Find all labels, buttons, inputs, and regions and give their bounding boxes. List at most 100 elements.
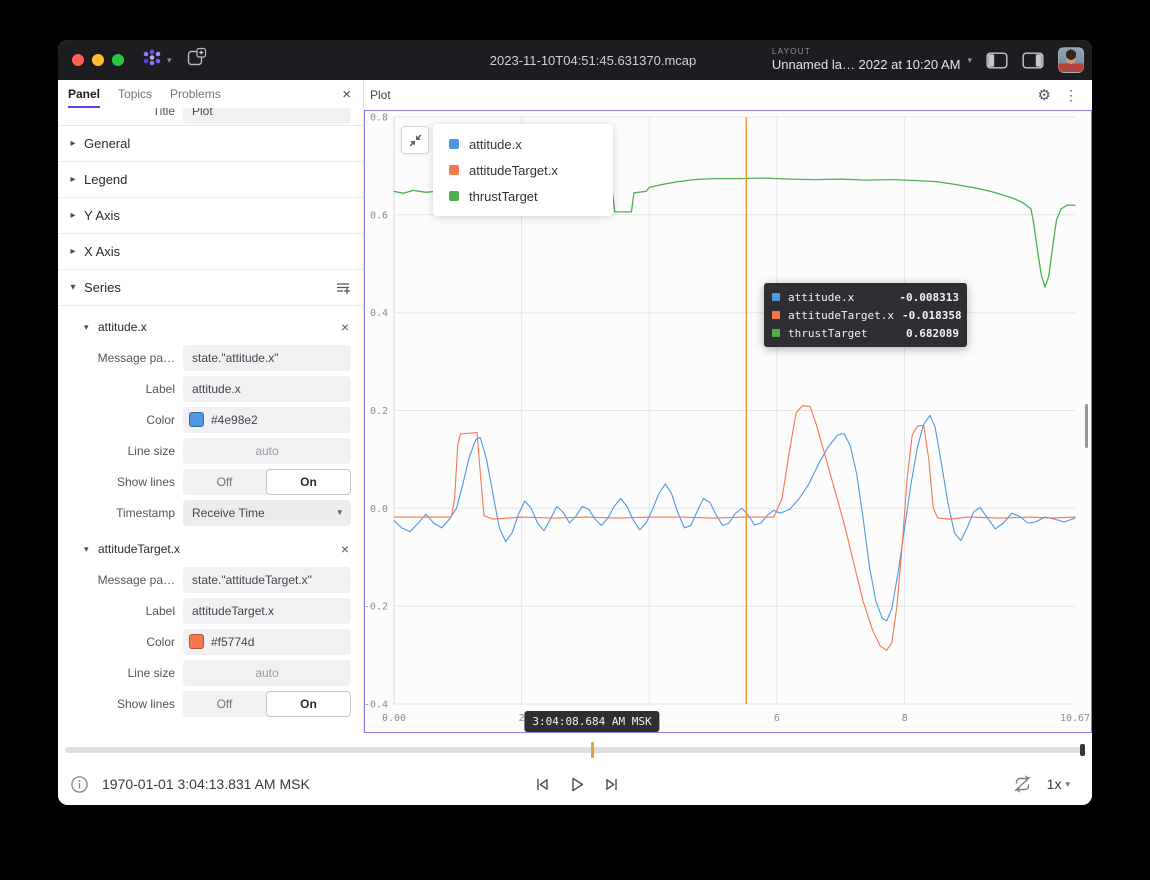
playback-transport-controls <box>534 763 621 805</box>
sidebar-section-general[interactable]: ▸ General <box>58 126 363 162</box>
seek-backward-button[interactable] <box>534 776 551 793</box>
legend-item-thrust-target[interactable]: thrustTarget <box>433 183 613 209</box>
scrubber-playhead-handle[interactable] <box>591 742 594 758</box>
app-body: Panel Topics Problems × Title ▸ General … <box>58 80 1092 733</box>
plot-panel-header: Plot ⚙ ⋮ <box>364 80 1092 110</box>
titlebar-right: LAYOUT Unnamed la… 2022 at 10:20 AM ▾ <box>772 40 1084 80</box>
close-sidebar-button[interactable]: × <box>342 87 351 102</box>
skip-previous-icon <box>534 776 551 793</box>
foxglove-logo-icon <box>140 48 164 73</box>
chevron-right-icon: ▸ <box>66 138 80 149</box>
vertical-scrollbar-thumb[interactable] <box>1085 404 1088 448</box>
series-label-input[interactable] <box>183 376 351 402</box>
svg-text:0.4: 0.4 <box>370 308 388 319</box>
add-series-icon <box>335 280 351 296</box>
sidebar-tabs: Panel Topics Problems × <box>58 80 363 108</box>
field-row: Label <box>58 595 363 626</box>
loop-playback-button[interactable] <box>1012 774 1033 794</box>
legend-item-attitude-target-x[interactable]: attitudeTarget.x <box>433 157 613 183</box>
show-lines-off-option[interactable]: Off <box>183 469 266 495</box>
timestamp-select[interactable]: Receive Time ▾ <box>183 500 351 526</box>
series-label-input[interactable] <box>183 598 351 624</box>
line-size-input[interactable] <box>183 660 351 686</box>
add-panel-button[interactable] <box>186 47 207 73</box>
add-series-button[interactable] <box>335 280 351 296</box>
minimize-window-button[interactable] <box>92 54 104 66</box>
line-size-input[interactable] <box>183 438 351 464</box>
seek-forward-button[interactable] <box>604 776 621 793</box>
tab-topics[interactable]: Topics <box>118 80 152 108</box>
plot-chart-area[interactable]: 0.80.60.40.20.0-0.2-0.40.00246810.67 att… <box>364 110 1092 733</box>
field-row: Message pa… <box>58 342 363 373</box>
tab-panel[interactable]: Panel <box>68 80 100 108</box>
playback-left-controls: 1970-01-01 3:04:13.831 AM MSK <box>70 763 310 805</box>
playback-scrubber[interactable] <box>65 747 1085 753</box>
tooltip-row: attitudeTarget.x -0.018358 <box>772 306 959 324</box>
panel-settings-gear-icon[interactable]: ⚙ <box>1038 88 1051 103</box>
field-row: Timestamp Receive Time ▾ <box>58 497 363 528</box>
series-color-picker[interactable]: #4e98e2 <box>183 407 351 433</box>
remove-series-button[interactable]: × <box>341 320 349 334</box>
field-row: Color #f5774d <box>58 626 363 657</box>
layout-label: LAYOUT <box>772 47 961 57</box>
show-lines-toggle: Off On <box>183 691 351 717</box>
add-panel-icon <box>186 47 207 73</box>
series-editor-header-attitude-x[interactable]: ▾ attitude.x × <box>58 312 363 342</box>
chevron-down-icon: ▾ <box>66 282 80 293</box>
series-color-picker[interactable]: #f5774d <box>183 629 351 655</box>
chevron-down-icon: ▾ <box>337 507 342 518</box>
scrubber-end-marker <box>1080 744 1085 756</box>
chevron-down-icon: ▾ <box>84 322 96 333</box>
svg-text:0.00: 0.00 <box>382 713 406 724</box>
series-swatch <box>449 191 459 201</box>
info-icon <box>70 775 89 794</box>
right-sidebar-toggle-button[interactable] <box>1022 52 1044 69</box>
collapse-arrows-icon <box>408 133 423 148</box>
playback-speed-selector[interactable]: 1x ▾ <box>1047 776 1070 792</box>
show-lines-on-option[interactable]: On <box>266 469 351 495</box>
user-avatar[interactable] <box>1058 47 1084 73</box>
chevron-right-icon: ▸ <box>66 174 80 185</box>
series-swatch <box>772 329 780 337</box>
message-path-input[interactable] <box>183 345 351 371</box>
svg-text:0.0: 0.0 <box>370 504 388 515</box>
series-editor-header-attitude-target-x[interactable]: ▾ attitudeTarget.x × <box>58 534 363 564</box>
panel-menu-kebab-icon[interactable]: ⋮ <box>1064 88 1078 102</box>
field-row: Color #4e98e2 <box>58 404 363 435</box>
plot-legend: attitude.x attitudeTarget.x thrustTarget <box>433 124 613 216</box>
chevron-down-icon: ▾ <box>84 544 96 555</box>
chevron-down-icon: ▾ <box>167 56 172 65</box>
field-row: Message pa… <box>58 564 363 595</box>
legend-item-attitude-x[interactable]: attitude.x <box>433 131 613 157</box>
tab-problems[interactable]: Problems <box>170 80 221 108</box>
show-lines-on-option[interactable]: On <box>266 691 351 717</box>
data-source-title: 2023-11-10T04:51:45.631370.mcap <box>490 53 696 68</box>
left-sidebar-toggle-button[interactable] <box>986 52 1008 69</box>
series-swatch <box>772 311 780 319</box>
remove-series-button[interactable]: × <box>341 542 349 556</box>
playback-info-button[interactable] <box>70 775 89 794</box>
hover-values-tooltip: attitude.x -0.008313 attitudeTarget.x -0… <box>764 283 967 347</box>
svg-text:0.8: 0.8 <box>370 113 388 124</box>
play-button[interactable] <box>568 775 587 794</box>
sidebar-section-series[interactable]: ▾ Series <box>58 270 363 306</box>
sidebar-section-x-axis[interactable]: ▸ X Axis <box>58 234 363 270</box>
scrubber-hover-time-tooltip: 3:04:08.684 AM MSK <box>524 711 659 732</box>
layout-menu-button[interactable]: LAYOUT Unnamed la… 2022 at 10:20 AM ▾ <box>772 47 972 73</box>
collapse-legend-button[interactable] <box>401 126 429 154</box>
app-menu-button[interactable]: ▾ <box>140 48 172 73</box>
title-input[interactable] <box>183 108 351 124</box>
tooltip-row: thrustTarget 0.682089 <box>772 324 959 342</box>
sidebar-section-y-axis[interactable]: ▸ Y Axis <box>58 198 363 234</box>
skip-next-icon <box>604 776 621 793</box>
show-lines-off-option[interactable]: Off <box>183 691 266 717</box>
message-path-input[interactable] <box>183 567 351 593</box>
svg-text:0.6: 0.6 <box>370 210 388 221</box>
maximize-window-button[interactable] <box>112 54 124 66</box>
color-swatch <box>189 634 204 649</box>
close-window-button[interactable] <box>72 54 84 66</box>
sidebar-section-legend[interactable]: ▸ Legend <box>58 162 363 198</box>
app-window: ▾ 2023-11-10T04:51:45.631370.mcap LAYOUT… <box>58 40 1092 805</box>
plot-panel-container: Plot ⚙ ⋮ 0.80.60.40.20.0-0.2-0.40.002468… <box>364 80 1092 733</box>
playback-bar: 1970-01-01 3:04:13.831 AM MSK <box>58 733 1092 805</box>
